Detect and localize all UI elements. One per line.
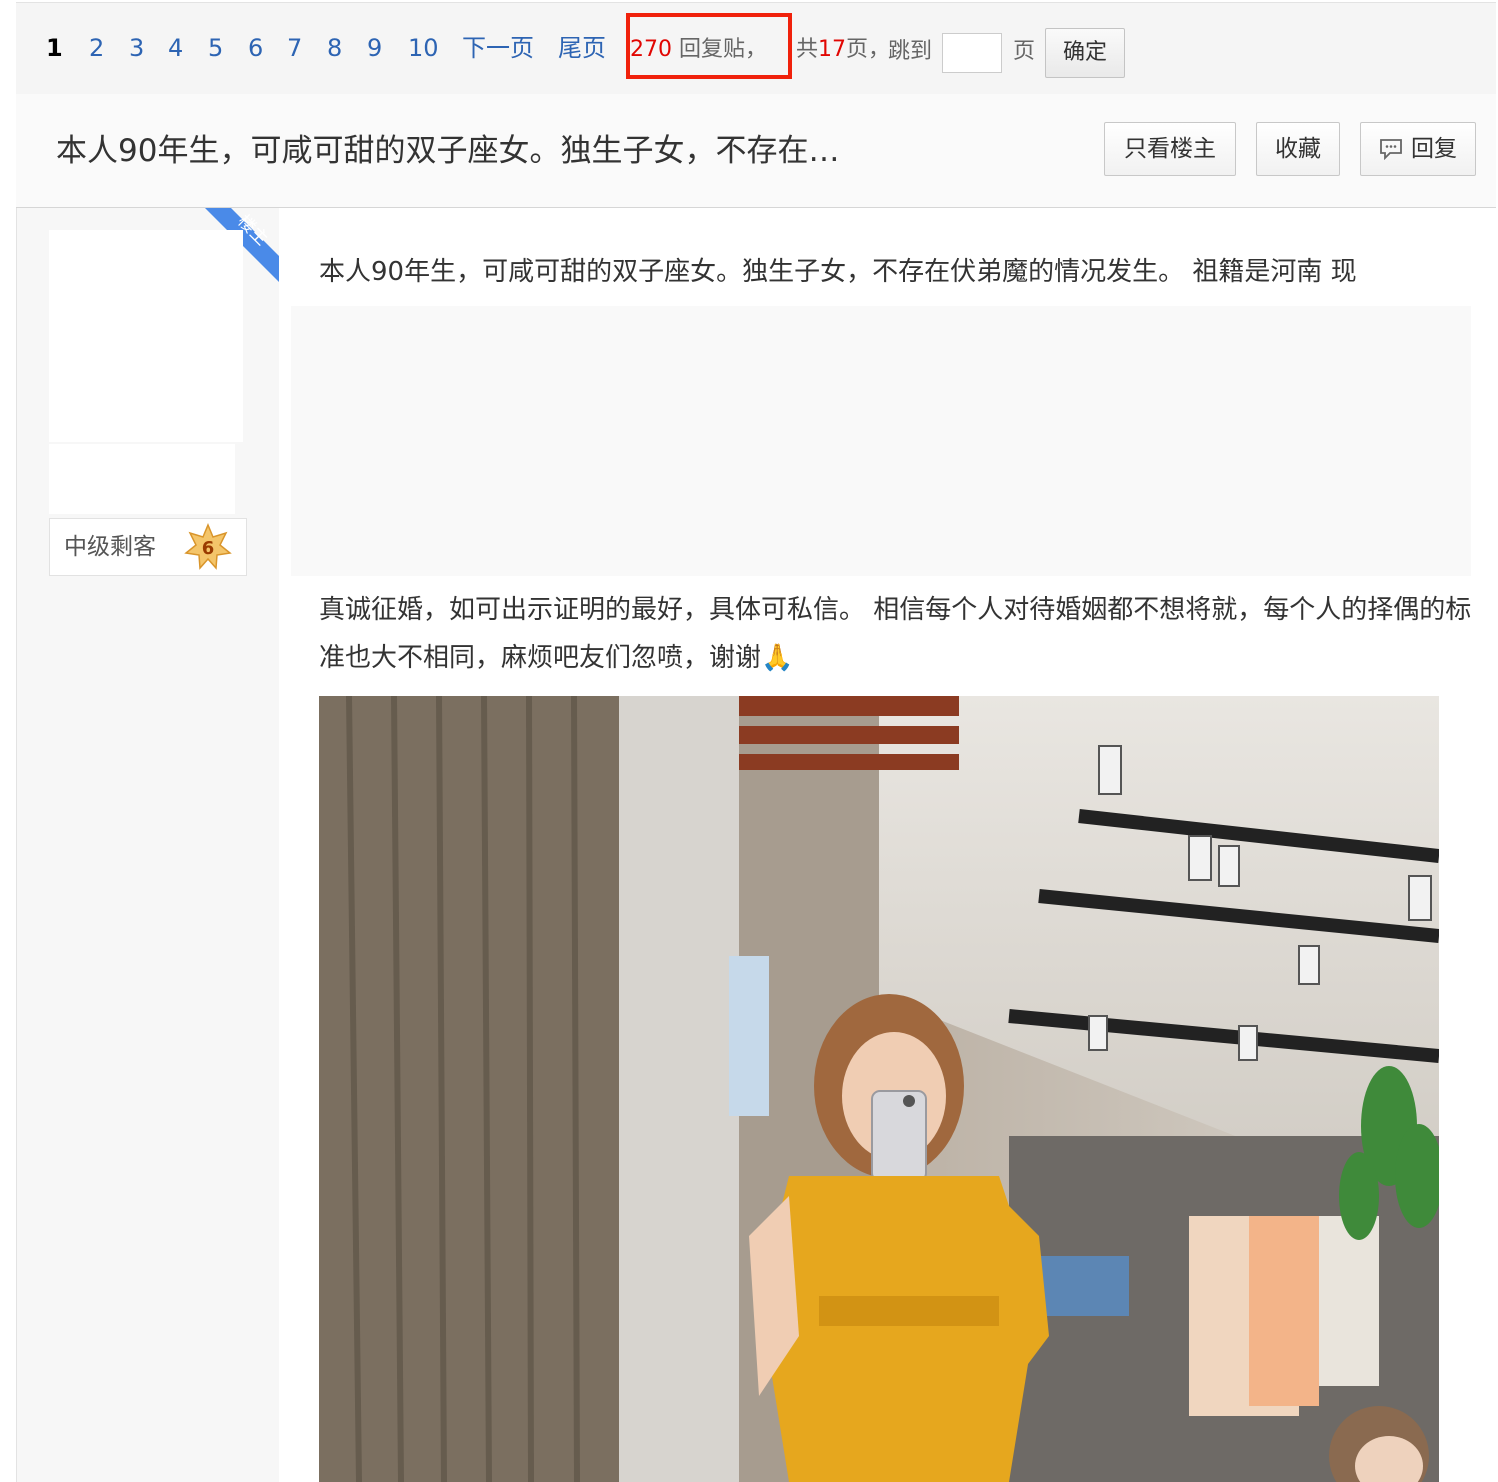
- total-suffix: 页，: [846, 37, 891, 62]
- confirm-button[interactable]: 确定: [1045, 28, 1125, 78]
- total-prefix: 共: [796, 37, 819, 62]
- thread-title-bar: 本人90年生，可咸可甜的双子座女。独生子女，不存在… 只看楼主 收藏 回复: [16, 94, 1496, 209]
- page-link-2[interactable]: 2: [89, 33, 104, 63]
- reply-count: 270: [630, 37, 672, 62]
- page-current: 1: [46, 34, 63, 62]
- page-link-4[interactable]: 4: [168, 33, 183, 63]
- page-link-5[interactable]: 5: [208, 33, 223, 63]
- total-pages-info: 共17页，: [796, 35, 890, 65]
- page-link-7[interactable]: 7: [287, 33, 302, 63]
- level-number: 6: [202, 538, 215, 559]
- total-pages: 17: [818, 37, 847, 62]
- page-link-9[interactable]: 9: [367, 33, 382, 63]
- avatar[interactable]: [49, 230, 243, 442]
- level-star-icon: 6: [184, 523, 232, 570]
- author-name-area[interactable]: [49, 444, 235, 514]
- page-link-6[interactable]: 6: [248, 33, 263, 63]
- comment-icon: [1380, 139, 1402, 161]
- post-photo-image: [319, 696, 1439, 1482]
- post-text-intro: 本人90年生，可咸可甜的双子座女。独生子女，不存在伏弟魔的情况发生。 祖籍是河南…: [319, 257, 1357, 287]
- level-box[interactable]: 中级剩客 6: [49, 518, 247, 576]
- reply-button[interactable]: 回复: [1360, 122, 1476, 176]
- favorite-button[interactable]: 收藏: [1256, 122, 1340, 176]
- page-link-10[interactable]: 10: [408, 33, 439, 63]
- pager-bar: 1 2 3 4 5 6 7 8 9 10 下一页 尾页 270 回复贴， 共17…: [16, 2, 1496, 95]
- reply-button-label: 回复: [1411, 136, 1457, 162]
- jump-unit: 页: [1013, 39, 1036, 64]
- only-op-button[interactable]: 只看楼主: [1104, 122, 1236, 176]
- post-photo[interactable]: [319, 696, 1439, 1482]
- author-column: 楼主 中级剩客 6: [17, 208, 279, 1482]
- jump-page-input[interactable]: [942, 33, 1002, 73]
- thread-title: 本人90年生，可咸可甜的双子座女。独生子女，不存在…: [56, 133, 840, 169]
- page-link-8[interactable]: 8: [327, 33, 342, 63]
- post: 楼主 中级剩客 6 本人90年生，可咸可甜的双子座女。独生子女，不存在伏弟魔的情…: [16, 208, 1497, 1482]
- post-blank-area: [291, 306, 1471, 576]
- reply-count-suffix: 回复贴，: [679, 37, 768, 62]
- reply-count-info: 270 回复贴，: [630, 35, 767, 65]
- post-content: 本人90年生，可咸可甜的双子座女。独生子女，不存在伏弟魔的情况发生。 祖籍是河南…: [291, 208, 1491, 1482]
- last-page-link[interactable]: 尾页: [558, 33, 606, 63]
- post-text-body: 真诚征婚，如可出示证明的最好，具体可私信。 相信每个人对待婚姻都不想将就，每个人…: [319, 595, 1472, 673]
- level-name: 中级剩客: [64, 534, 156, 560]
- next-page-link[interactable]: 下一页: [462, 33, 534, 63]
- jump-label: 跳到: [888, 39, 933, 64]
- page-link-3[interactable]: 3: [129, 33, 144, 63]
